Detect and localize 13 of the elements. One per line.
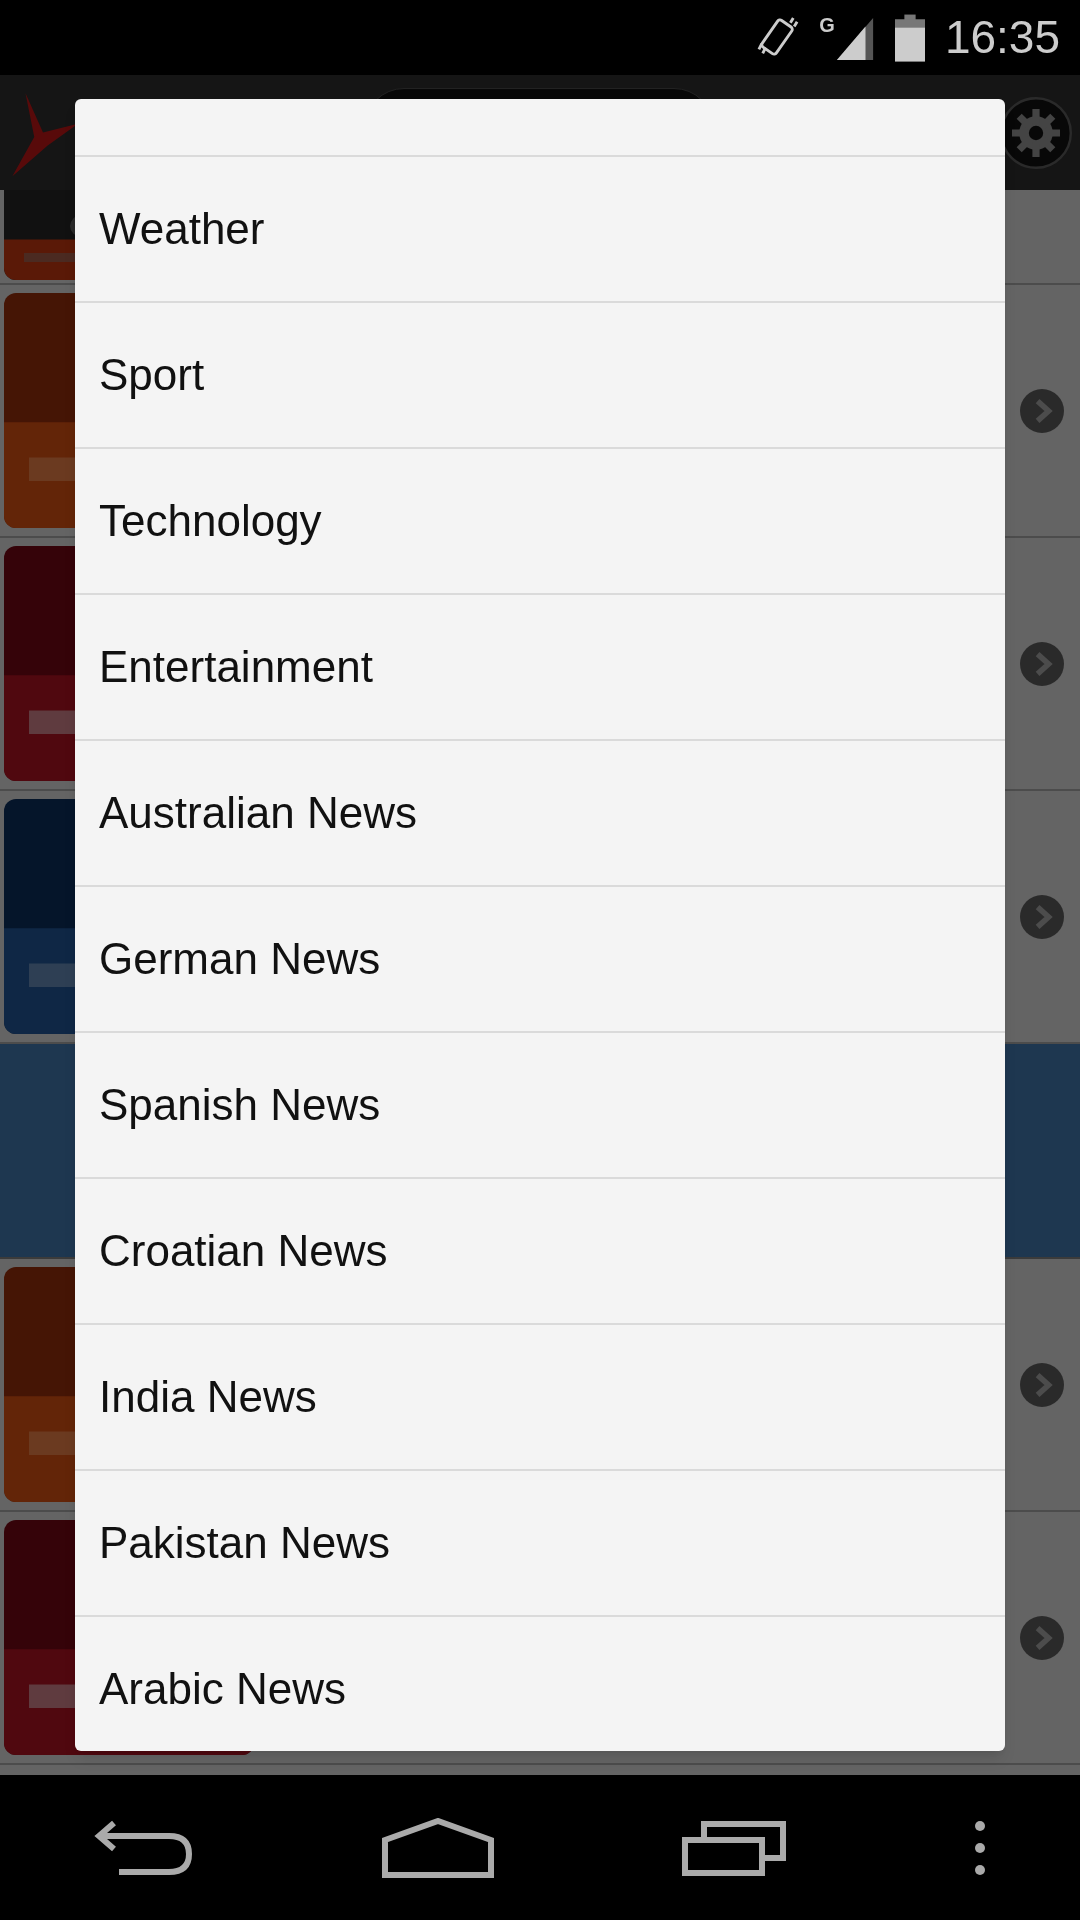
menu-item[interactable]: Weather <box>75 157 1005 303</box>
menu-item[interactable]: India News <box>75 1325 1005 1471</box>
menu-item[interactable]: Croatian News <box>75 1179 1005 1325</box>
network-type-label: G <box>819 14 835 35</box>
menu-item[interactable]: German News <box>75 887 1005 1033</box>
menu-item[interactable]: Arabic News <box>75 1617 1005 1751</box>
clock-time: 16:35 <box>944 10 1060 65</box>
menu-item[interactable]: Sport <box>75 303 1005 449</box>
menu-item[interactable]: Spanish News <box>75 1033 1005 1179</box>
menu-item[interactable]: Technology <box>75 449 1005 595</box>
menu-item[interactable]: Australian News <box>75 741 1005 887</box>
menu-item[interactable]: Entertainment <box>75 595 1005 741</box>
menu-item[interactable]: Pakistan News <box>75 1471 1005 1617</box>
